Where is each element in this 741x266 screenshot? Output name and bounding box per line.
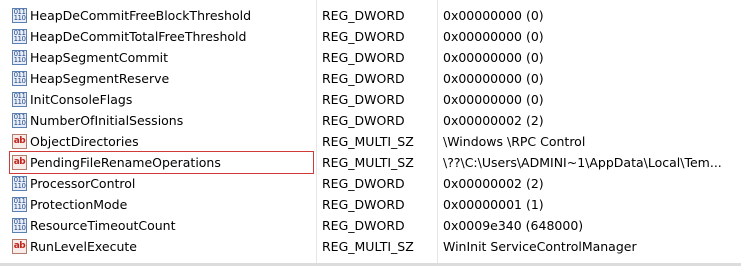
value-data: 0x00000000 (0)	[443, 29, 544, 44]
value-name: InitConsoleFlags	[30, 92, 133, 107]
value-name: ObjectDirectories	[30, 134, 139, 149]
binary-value-icon: 011 110	[12, 176, 27, 191]
registry-value-row[interactable]: 011 110 ResourceTimeoutCount REG_DWORD 0x00…	[0, 215, 741, 236]
value-type: REG_DWORD	[322, 197, 405, 212]
value-type: REG_DWORD	[322, 113, 405, 128]
registry-value-row[interactable]: 011 110 HeapSegmentCommit REG_DWORD 0x00000…	[0, 47, 741, 68]
value-type: REG_DWORD	[322, 29, 405, 44]
registry-value-row[interactable]: ab RunLevelExecute REG_MULTI_SZ WinInit Ser…	[0, 236, 741, 257]
value-data: 0x00000000 (0)	[443, 8, 544, 23]
value-name: RunLevelExecute	[30, 239, 137, 254]
value-name: ProcessorControl	[30, 176, 136, 191]
value-data: \??\C:\Users\ADMINI~1\AppData\Local\Tem.…	[443, 155, 722, 170]
value-data: 0x00000001 (1)	[443, 197, 544, 212]
binary-value-icon: 011 110	[12, 8, 27, 23]
value-data: 0x0009e340 (648000)	[443, 218, 584, 233]
value-name: ResourceTimeoutCount	[30, 218, 176, 233]
registry-value-row[interactable]: 011 110 HeapDeCommitTotalFreeThreshold REG…	[0, 26, 741, 47]
binary-value-icon: 011 110	[12, 218, 27, 233]
value-name: HeapSegmentReserve	[30, 71, 170, 86]
registry-value-row[interactable]: 011 110 InitConsoleFlags REG_DWORD 0x000000…	[0, 89, 741, 110]
value-name: PendingFileRenameOperations	[30, 155, 221, 170]
binary-value-icon: 011 110	[12, 92, 27, 107]
value-type: REG_DWORD	[322, 71, 405, 86]
value-type: REG_DWORD	[322, 218, 405, 233]
registry-value-row[interactable]: 011 110 ProtectionMode REG_DWORD 0x00000001…	[0, 194, 741, 215]
value-name: HeapSegmentCommit	[30, 50, 169, 65]
binary-value-icon: 011 110	[12, 29, 27, 44]
value-type: REG_DWORD	[322, 50, 405, 65]
value-type: REG_MULTI_SZ	[322, 134, 414, 149]
value-type: REG_DWORD	[322, 92, 405, 107]
value-name: HeapDeCommitFreeBlockThreshold	[30, 8, 252, 23]
value-type: REG_MULTI_SZ	[322, 239, 414, 254]
value-type: REG_DWORD	[322, 176, 405, 191]
value-name: HeapDeCommitTotalFreeThreshold	[30, 29, 247, 44]
registry-value-row[interactable]: ab ObjectDirectories REG_MULTI_SZ \Windows …	[0, 131, 741, 152]
value-data: \Windows \RPC Control	[443, 134, 586, 149]
value-data: 0x00000002 (2)	[443, 113, 544, 128]
string-value-icon: ab	[12, 239, 27, 254]
binary-value-icon: 011 110	[12, 197, 27, 212]
value-data: 0x00000000 (0)	[443, 92, 544, 107]
value-data: 0x00000000 (0)	[443, 71, 544, 86]
value-type: REG_MULTI_SZ	[322, 155, 414, 170]
value-data: WinInit ServiceControlManager	[443, 239, 637, 254]
string-value-icon: ab	[12, 155, 27, 170]
binary-value-icon: 011 110	[12, 50, 27, 65]
value-type: REG_DWORD	[322, 8, 405, 23]
registry-value-row[interactable]: 011 110 HeapDeCommitFreeBlockThreshold REG…	[0, 5, 741, 26]
value-data: 0x00000002 (2)	[443, 176, 544, 191]
registry-value-row[interactable]: 011 110 ProcessorControl REG_DWORD 0x000000…	[0, 173, 741, 194]
value-name: ProtectionMode	[30, 197, 128, 212]
binary-value-icon: 011 110	[12, 71, 27, 86]
registry-value-row[interactable]: ab PendingFileRenameOperations REG_MULTI_S…	[0, 151, 741, 174]
value-name: NumberOfInitialSessions	[30, 113, 184, 128]
string-value-icon: ab	[12, 134, 27, 149]
registry-value-row[interactable]: 011 110 NumberOfInitialSessions REG_DWORD 0…	[0, 110, 741, 131]
registry-value-row[interactable]: 011 110 HeapSegmentReserve REG_DWORD 0x0000…	[0, 68, 741, 89]
binary-value-icon: 011 110	[12, 113, 27, 128]
value-data: 0x00000000 (0)	[443, 50, 544, 65]
